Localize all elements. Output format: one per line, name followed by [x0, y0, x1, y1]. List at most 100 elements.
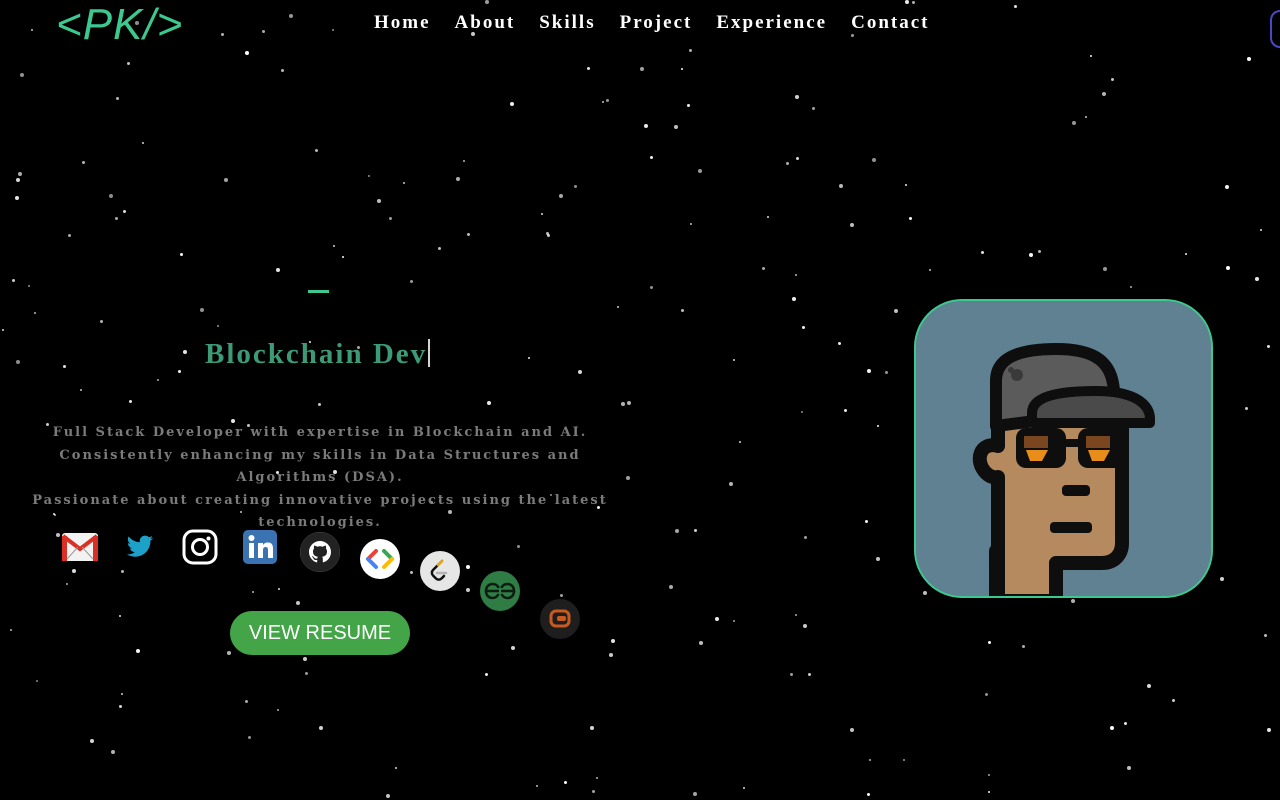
instagram-icon[interactable]: [180, 527, 220, 567]
star-dot: [587, 67, 590, 70]
theme-toggle-edge[interactable]: [1270, 10, 1280, 48]
star-dot: [1124, 722, 1127, 725]
star-dot: [564, 781, 567, 784]
leetcode-icon[interactable]: [420, 551, 460, 591]
star-dot: [611, 639, 615, 643]
star-dot: [1226, 266, 1230, 270]
view-resume-button[interactable]: VIEW RESUME: [230, 611, 410, 655]
site-logo[interactable]: <PK/>: [56, 0, 183, 50]
star-dot: [12, 279, 15, 282]
star-dot: [812, 107, 815, 110]
star-dot: [456, 177, 460, 181]
description-line-1: Full Stack Developer with expertise in B…: [52, 425, 588, 440]
star-dot: [541, 213, 543, 215]
nav-experience[interactable]: Experience: [716, 12, 827, 34]
star-dot: [485, 0, 489, 4]
star-dot: [559, 194, 563, 198]
star-dot: [715, 617, 719, 621]
star-dot: [410, 571, 413, 574]
star-dot: [1130, 286, 1132, 288]
star-dot: [602, 101, 604, 103]
star-dot: [511, 646, 515, 650]
star-dot: [467, 233, 470, 236]
nav-about[interactable]: About: [455, 12, 516, 34]
star-dot: [885, 371, 888, 374]
star-dot: [119, 705, 122, 708]
star-dot: [802, 326, 805, 329]
twitter-icon[interactable]: [120, 527, 160, 567]
star-dot: [929, 269, 931, 271]
star-dot: [536, 785, 538, 787]
star-dot: [640, 67, 644, 71]
star-dot: [674, 125, 678, 129]
star-dot: [690, 223, 692, 225]
star-dot: [1220, 577, 1224, 581]
star-dot: [1225, 185, 1229, 189]
star-dot: [252, 591, 254, 593]
star-dot: [869, 759, 871, 761]
star-dot: [1255, 277, 1259, 281]
nav-contact[interactable]: Contact: [851, 12, 929, 34]
star-dot: [733, 620, 735, 622]
star-dot: [729, 482, 733, 486]
star-dot: [36, 680, 38, 682]
star-dot: [1022, 645, 1025, 648]
star-dot: [100, 320, 103, 323]
star-dot: [609, 653, 613, 657]
star-dot: [485, 673, 488, 676]
star-dot: [786, 162, 789, 165]
linkedin-icon[interactable]: [240, 527, 280, 567]
star-dot: [245, 700, 248, 703]
description-line-3: Passionate about creating innovative pro…: [32, 492, 608, 531]
star-dot: [909, 217, 912, 220]
star-dot: [115, 217, 118, 220]
star-dot: [72, 569, 76, 573]
main-nav: Home About Skills Project Experience Con…: [362, 12, 941, 34]
star-dot: [1038, 250, 1041, 253]
star-dot: [739, 441, 741, 443]
codechef-icon[interactable]: [540, 599, 580, 639]
github-icon[interactable]: [300, 532, 340, 572]
star-dot: [136, 649, 140, 653]
star-dot: [1111, 78, 1114, 81]
star-dot: [510, 102, 514, 106]
star-dot: [319, 726, 323, 730]
star-dot: [803, 624, 807, 628]
star-dot: [438, 247, 441, 250]
star-dot: [18, 172, 22, 176]
star-dot: [289, 14, 293, 18]
star-dot: [681, 68, 683, 70]
google-developers-icon[interactable]: [360, 539, 400, 579]
star-dot: [767, 216, 769, 218]
nav-skills[interactable]: Skills: [539, 12, 595, 34]
star-dot: [303, 657, 307, 661]
star-dot: [466, 565, 470, 569]
punk-avatar-illustration: [916, 301, 1211, 596]
star-dot: [281, 69, 284, 72]
star-dot: [574, 185, 577, 188]
star-dot: [596, 777, 598, 779]
star-dot: [1072, 121, 1076, 125]
nav-project[interactable]: Project: [620, 12, 693, 34]
star-dot: [528, 357, 530, 359]
star-dot: [262, 30, 265, 33]
star-dot: [1264, 634, 1267, 637]
star-dot: [142, 142, 144, 144]
star-dot: [681, 309, 684, 312]
star-dot: [1260, 229, 1262, 231]
star-dot: [985, 693, 988, 696]
star-dot: [801, 411, 803, 413]
accent-dash: [308, 290, 329, 293]
star-dot: [903, 759, 905, 761]
star-dot: [127, 62, 130, 65]
star-dot: [15, 196, 19, 200]
star-dot: [217, 325, 219, 327]
star-dot: [276, 268, 280, 272]
star-dot: [10, 629, 12, 631]
star-dot: [278, 588, 280, 590]
star-dot: [865, 520, 868, 523]
gmail-icon[interactable]: [60, 527, 100, 567]
star-dot: [1110, 726, 1114, 730]
nav-home[interactable]: Home: [374, 12, 431, 34]
geeksforgeeks-icon[interactable]: [480, 571, 520, 611]
